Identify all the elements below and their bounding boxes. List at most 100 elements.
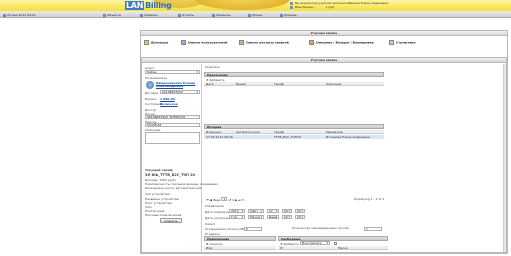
balance-value[interactable]: 1 000,00 [160,97,175,101]
contract-select[interactable]: 00146653202 [160,90,200,94]
services-icon [140,13,143,17]
sessions-label: Количество одновременных сессий: [292,226,350,230]
prev-page-icon[interactable]: ◀ [210,198,212,202]
stats-icon [389,40,394,45]
col-changed[interactable]: Изменено [206,130,222,134]
last-page-icon[interactable]: ⏭ [238,198,241,202]
menu-item-help[interactable]: Помощь [280,13,297,17]
account-dialog: Учетная запись Агент Кабан Пользователь … [141,57,507,253]
to-month-select[interactable]: Месяц [248,215,264,219]
right-column: Родитель Назначения ✚ Добавить Дата Врем… [204,64,506,252]
col-mask[interactable]: Маска [338,246,348,250]
free-checkbox[interactable] [334,242,337,245]
col-ip[interactable]: IP [280,246,283,250]
sessions-input[interactable]: 1 [364,227,382,231]
user-label: Пользователь [145,76,168,80]
limit-input[interactable]: 0 [244,227,262,231]
objects-icon [103,13,106,17]
pager: ⏮ ◀ Page 1 of 1 ▶ ⏭ ↻ [206,197,244,202]
logo-prefix: LAN [125,1,145,10]
from-year-select[interactable]: 2014 [229,209,245,213]
apps-table-header: Имя [204,246,276,250]
logo-suffix: Billing [145,1,172,10]
events-icon [309,40,314,45]
parent-label: Родитель [205,65,220,69]
agent-select[interactable]: Кабан [145,70,200,74]
menu-item-date[interactable]: 20 мая 2014 09:01 [3,13,36,17]
account-window: Учетная запись Договоры Список пользоват… [140,30,508,254]
apply-button[interactable]: Сменить [160,218,182,223]
tab-contracts[interactable]: Договоры [144,40,168,45]
balance-label: Баланс: [145,97,158,101]
password-field[interactable]: 53d38.83 [145,123,200,127]
assign-header: Назначения [204,72,384,77]
user-name[interactable]: Иванова Елена Андреевна [346,1,388,5]
state-value[interactable]: Включена [160,102,178,106]
decorative-coins-main [195,0,290,10]
assign-table-header: Дата Время Тариф Описание [204,82,384,86]
main-menu: 20 мая 2014 09:01 Объекты Сервисы Отчеты… [0,11,511,18]
free-table-header: IP Маска [278,246,388,250]
tab-events[interactable]: Списание / Возврат / Блокировки [309,40,374,45]
menu-item-reports[interactable]: Отчеты [178,13,194,17]
finance-icon [212,13,215,17]
col-date[interactable]: Дата [206,82,214,86]
col-tariff[interactable]: Тариф [274,82,284,86]
subnet-select[interactable]: Все подсети [300,241,330,245]
menu-item-finance[interactable]: Финансы [212,13,230,17]
to-day-select[interactable]: День [267,215,279,219]
tab-stats[interactable]: Статистика [389,40,416,45]
wallet-icon [290,5,293,9]
scrollbar[interactable] [503,64,506,252]
to-year-select[interactable]: Год [229,215,245,219]
menu-item-options[interactable]: Опции [248,13,262,17]
to-hour-select[interactable]: 00 [282,215,292,219]
page-input[interactable]: 1 [221,197,228,201]
history-table-header: Изменено Автоматически Тариф Менеджер [204,130,384,134]
login-field[interactable]: 00146653202_3OFE0219 [145,115,200,119]
reports-icon [178,13,181,17]
top-bar: LAN Billing Вы вошли под учетной записью … [0,0,511,11]
col-auto[interactable]: Автоматически [236,130,260,134]
app-logo[interactable]: LAN Billing [125,1,172,10]
window-tabs: Договоры Список пользователей Список уче… [141,37,507,49]
help-icon [280,13,283,17]
from-month-select[interactable]: Март [248,209,264,213]
col-desc[interactable]: Описание [326,82,342,86]
window-title: Учетная запись [141,31,507,36]
col-time[interactable]: Время [236,82,246,86]
first-page-icon[interactable]: ⏮ [206,198,209,202]
free-header: Свободные [278,236,388,241]
comment-field[interactable] [145,132,200,144]
limit-title: Лимит [205,222,216,226]
tab-users[interactable]: Список пользователей [181,40,227,45]
col-name[interactable]: Имя [206,246,212,250]
from-day-select[interactable]: 27 [267,209,279,213]
user-line2: Ваш баланс: [295,5,315,9]
next-page-icon[interactable]: ▶ [235,198,237,202]
to-min-select[interactable]: 00 [295,215,305,219]
from-min-select[interactable]: 00 [295,209,305,213]
table-row[interactable]: 27.03.2014 08:26 ТТТВ_В2С_ТОП20 Иглинова… [204,135,384,139]
contract-label: Договор: [145,91,160,95]
contracts-icon [144,40,149,45]
device-title: Тип устройства [145,192,170,196]
tariff-label: Текущий тариф [145,168,173,172]
user-link-line2[interactable]: Александровна [156,84,183,88]
page-label: Page [212,198,221,202]
device-row: Прочные подключения [145,213,182,217]
menu-item-objects[interactable]: Объекты [103,13,121,17]
sched-title: Управление [205,204,224,208]
menu-item-services[interactable]: Сервисы [140,13,158,17]
tariff-value: ЗЛ ЮЬ_ТТТВ_В2С_Т0П 20 [145,173,195,177]
accounts-icon [239,40,244,45]
col-tariff[interactable]: Тариф [274,130,284,134]
from-hour-select[interactable]: 00 [282,209,292,213]
col-manager[interactable]: Менеджер [326,130,343,134]
avatar [146,81,154,89]
page-of: of 1 [228,198,234,202]
pager-info: Displaying 1 - 1 of 1 [354,197,385,201]
tab-accounts[interactable]: Список учетных записей [239,40,289,45]
refresh-icon[interactable]: ↻ [242,198,245,202]
user-info: Вы вошли под учетной записью Иванова Еле… [290,1,388,9]
